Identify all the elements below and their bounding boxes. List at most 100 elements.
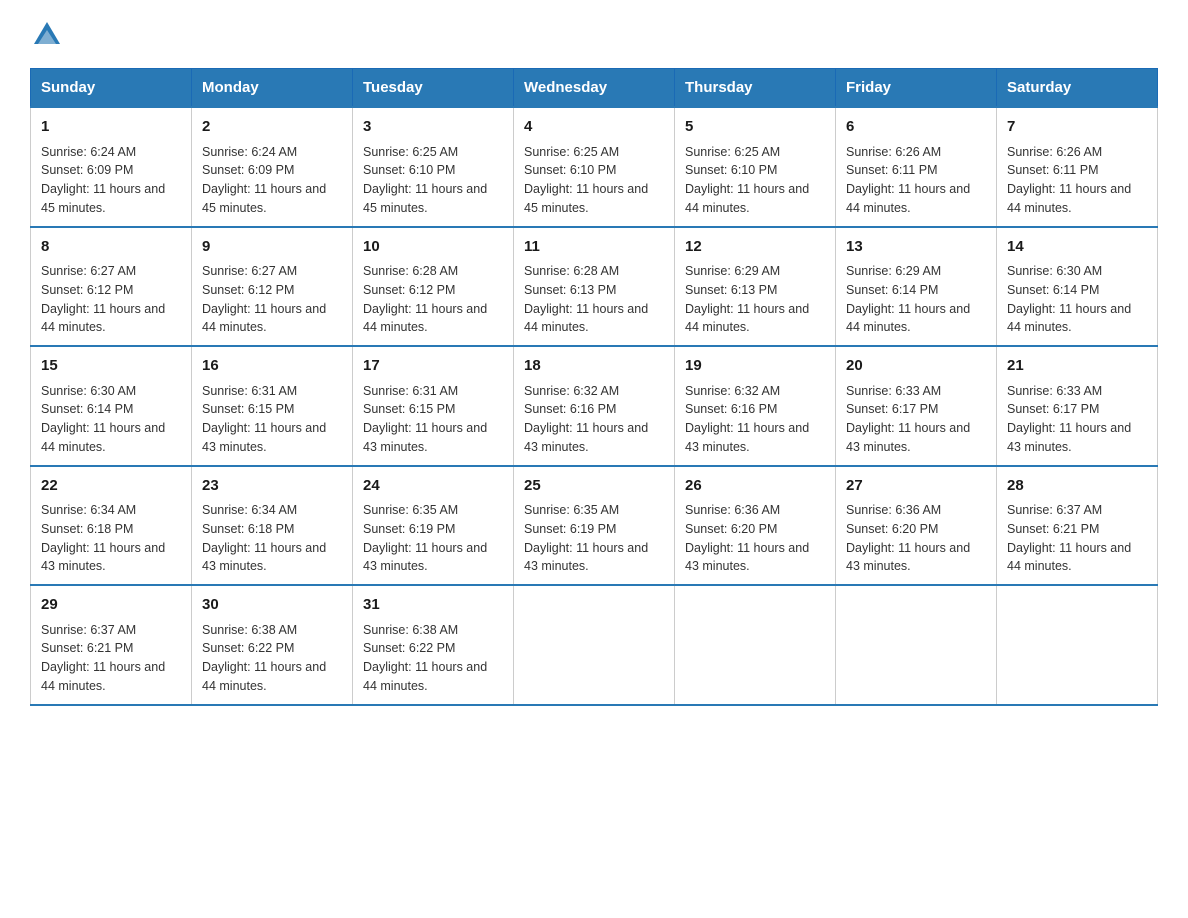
day-number: 6 [846,116,986,139]
sunrise-text: Sunrise: 6:34 AM [202,503,297,517]
day-number: 18 [524,355,664,378]
sunrise-text: Sunrise: 6:35 AM [363,503,458,517]
sunset-text: Sunset: 6:16 PM [685,402,777,416]
sunset-text: Sunset: 6:13 PM [685,283,777,297]
calendar-cell: 17Sunrise: 6:31 AMSunset: 6:15 PMDayligh… [353,346,514,466]
sunrise-text: Sunrise: 6:33 AM [1007,384,1102,398]
sunset-text: Sunset: 6:15 PM [202,402,294,416]
calendar-cell: 21Sunrise: 6:33 AMSunset: 6:17 PMDayligh… [997,346,1158,466]
day-number: 4 [524,116,664,139]
calendar-cell: 27Sunrise: 6:36 AMSunset: 6:20 PMDayligh… [836,466,997,586]
calendar-cell: 23Sunrise: 6:34 AMSunset: 6:18 PMDayligh… [192,466,353,586]
day-number: 23 [202,475,342,498]
day-number: 25 [524,475,664,498]
calendar-header-friday: Friday [836,69,997,108]
calendar-cell: 11Sunrise: 6:28 AMSunset: 6:13 PMDayligh… [514,227,675,347]
daylight-text: Daylight: 11 hours and 44 minutes. [1007,302,1131,335]
day-number: 30 [202,594,342,617]
sunset-text: Sunset: 6:21 PM [41,641,133,655]
sunrise-text: Sunrise: 6:27 AM [41,264,136,278]
sunrise-text: Sunrise: 6:30 AM [1007,264,1102,278]
calendar-cell: 10Sunrise: 6:28 AMSunset: 6:12 PMDayligh… [353,227,514,347]
calendar-week-row: 29 Sunrise: 6:37 AM Sunset: 6:21 PM Dayligh… [31,585,1158,705]
day-number: 13 [846,236,986,259]
page-header [30,20,1158,48]
calendar-header-monday: Monday [192,69,353,108]
daylight-text: Daylight: 11 hours and 44 minutes. [363,660,487,693]
calendar-week-row: 22 Sunrise: 6:34 AM Sunset: 6:18 PM Dayligh… [31,466,1158,586]
sunrise-text: Sunrise: 6:26 AM [1007,145,1102,159]
calendar-cell [514,585,675,705]
calendar-table: SundayMondayTuesdayWednesdayThursdayFrid… [30,68,1158,706]
day-number: 9 [202,236,342,259]
day-number: 2 [202,116,342,139]
calendar-cell [836,585,997,705]
calendar-cell: 16Sunrise: 6:31 AMSunset: 6:15 PMDayligh… [192,346,353,466]
sunrise-text: Sunrise: 6:38 AM [202,623,297,637]
sunrise-text: Sunrise: 6:27 AM [202,264,297,278]
calendar-cell [997,585,1158,705]
sunrise-text: Sunrise: 6:31 AM [363,384,458,398]
calendar-cell: 13Sunrise: 6:29 AMSunset: 6:14 PMDayligh… [836,227,997,347]
daylight-text: Daylight: 11 hours and 44 minutes. [524,302,648,335]
day-number: 11 [524,236,664,259]
sunrise-text: Sunrise: 6:26 AM [846,145,941,159]
day-number: 22 [41,475,181,498]
sunrise-text: Sunrise: 6:36 AM [685,503,780,517]
calendar-cell: 20Sunrise: 6:33 AMSunset: 6:17 PMDayligh… [836,346,997,466]
day-number: 5 [685,116,825,139]
calendar-week-row: 8Sunrise: 6:27 AMSunset: 6:12 PMDaylight… [31,227,1158,347]
sunset-text: Sunset: 6:16 PM [524,402,616,416]
daylight-text: Daylight: 11 hours and 44 minutes. [41,302,165,335]
day-number: 12 [685,236,825,259]
daylight-text: Daylight: 11 hours and 43 minutes. [524,541,648,574]
calendar-header-row: SundayMondayTuesdayWednesdayThursdayFrid… [31,69,1158,108]
calendar-cell [675,585,836,705]
day-number: 1 [41,116,181,139]
sunrise-text: Sunrise: 6:34 AM [41,503,136,517]
calendar-header-saturday: Saturday [997,69,1158,108]
sunset-text: Sunset: 6:18 PM [202,522,294,536]
calendar-cell: 4Sunrise: 6:25 AMSunset: 6:10 PMDaylight… [514,107,675,227]
sunset-text: Sunset: 6:19 PM [524,522,616,536]
sunrise-text: Sunrise: 6:35 AM [524,503,619,517]
sunset-text: Sunset: 6:19 PM [363,522,455,536]
sunrise-text: Sunrise: 6:30 AM [41,384,136,398]
sunrise-text: Sunrise: 6:25 AM [363,145,458,159]
day-number: 7 [1007,116,1147,139]
calendar-header-sunday: Sunday [31,69,192,108]
sunset-text: Sunset: 6:10 PM [524,163,616,177]
calendar-header-thursday: Thursday [675,69,836,108]
calendar-cell: 24Sunrise: 6:35 AMSunset: 6:19 PMDayligh… [353,466,514,586]
daylight-text: Daylight: 11 hours and 44 minutes. [1007,541,1131,574]
sunrise-text: Sunrise: 6:37 AM [41,623,136,637]
daylight-text: Daylight: 11 hours and 43 minutes. [685,421,809,454]
calendar-cell: 5Sunrise: 6:25 AMSunset: 6:10 PMDaylight… [675,107,836,227]
daylight-text: Daylight: 11 hours and 44 minutes. [363,302,487,335]
daylight-text: Daylight: 11 hours and 43 minutes. [1007,421,1131,454]
day-number: 27 [846,475,986,498]
daylight-text: Daylight: 11 hours and 45 minutes. [41,182,165,215]
sunrise-text: Sunrise: 6:32 AM [524,384,619,398]
daylight-text: Daylight: 11 hours and 44 minutes. [1007,182,1131,215]
sunset-text: Sunset: 6:11 PM [846,163,938,177]
day-number: 26 [685,475,825,498]
daylight-text: Daylight: 11 hours and 43 minutes. [685,541,809,574]
daylight-text: Daylight: 11 hours and 44 minutes. [685,182,809,215]
day-number: 29 [41,594,181,617]
calendar-cell: 12Sunrise: 6:29 AMSunset: 6:13 PMDayligh… [675,227,836,347]
daylight-text: Daylight: 11 hours and 44 minutes. [202,302,326,335]
sunset-text: Sunset: 6:18 PM [41,522,133,536]
sunrise-text: Sunrise: 6:25 AM [685,145,780,159]
sunset-text: Sunset: 6:14 PM [41,402,133,416]
daylight-text: Daylight: 11 hours and 43 minutes. [846,541,970,574]
daylight-text: Daylight: 11 hours and 44 minutes. [846,182,970,215]
calendar-cell: 28Sunrise: 6:37 AMSunset: 6:21 PMDayligh… [997,466,1158,586]
day-number: 19 [685,355,825,378]
sunrise-text: Sunrise: 6:29 AM [685,264,780,278]
calendar-cell: 31Sunrise: 6:38 AMSunset: 6:22 PMDayligh… [353,585,514,705]
daylight-text: Daylight: 11 hours and 43 minutes. [524,421,648,454]
daylight-text: Daylight: 11 hours and 45 minutes. [363,182,487,215]
logo-icon [32,18,62,48]
sunset-text: Sunset: 6:14 PM [1007,283,1099,297]
